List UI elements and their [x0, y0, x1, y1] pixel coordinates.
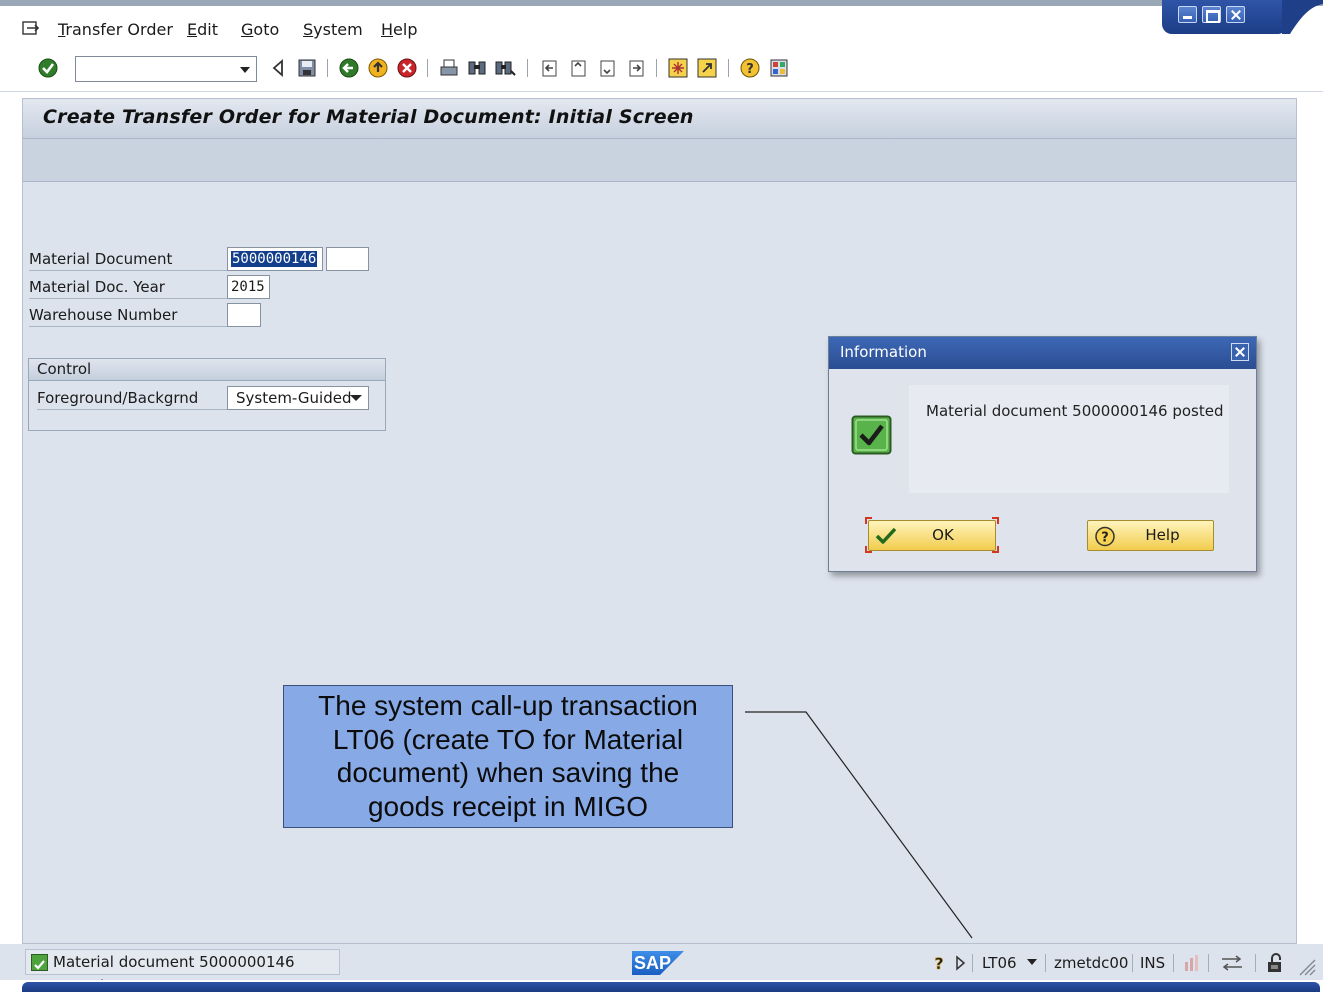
dialog-title: Information [829, 337, 1256, 369]
back-icon[interactable] [267, 57, 289, 79]
resize-grip-icon[interactable] [1296, 956, 1316, 976]
toolbar-separator [656, 59, 657, 77]
layout-icon[interactable] [768, 57, 790, 79]
foreground-background-value: System-Guided [236, 389, 352, 407]
security-lock-icon[interactable] [1265, 952, 1287, 974]
chevron-down-icon[interactable] [240, 67, 250, 73]
menu-system[interactable]: System [303, 20, 363, 39]
material-document-item-input[interactable] [326, 247, 369, 271]
success-check-icon [31, 954, 48, 971]
status-separator [972, 954, 973, 972]
page-title: Create Transfer Order for Material Docum… [43, 106, 694, 128]
callout-line-4: goods receipt in MIGO [367, 790, 649, 822]
material-doc-year-value: 2015 [231, 279, 265, 295]
window-frame-curve [1282, 0, 1323, 34]
warehouse-number-input[interactable] [227, 303, 261, 327]
window-controls [1162, 0, 1286, 34]
save-icon[interactable] [296, 57, 318, 79]
minimize-button[interactable] [1178, 6, 1197, 23]
transaction-code: LT06 [982, 954, 1017, 972]
application-toolbar [23, 139, 1296, 182]
status-bar: Material document 5000000146 posted SAP … [0, 944, 1323, 992]
enter-icon[interactable] [37, 57, 59, 79]
foreground-background-select[interactable]: System-Guided [227, 386, 369, 410]
menu-edit[interactable]: Edit [187, 20, 218, 39]
success-check-icon [851, 415, 892, 455]
expand-status-icon[interactable] [955, 955, 966, 971]
warehouse-number-label: Warehouse Number [29, 303, 227, 327]
connection-icon [1222, 955, 1242, 971]
green-back-icon[interactable] [338, 57, 360, 79]
response-time-icon [1185, 955, 1198, 971]
server-name: zmetdc00 [1054, 954, 1129, 972]
title-bar: Create Transfer Order for Material Docum… [23, 99, 1296, 139]
control-group: Control Foreground/Backgrnd System-Guide… [28, 358, 386, 431]
dialog-message: Material document 5000000146 posted [926, 402, 1224, 420]
window-frame-bottom [0, 980, 1323, 992]
menu-bar: Transfer Order Edit Goto System Help [0, 6, 1323, 46]
find-icon[interactable] [466, 57, 488, 79]
cancel-icon[interactable] [396, 57, 418, 79]
status-separator [1045, 954, 1046, 972]
next-page-icon[interactable] [596, 57, 618, 79]
svg-text:?: ? [934, 954, 943, 972]
insert-mode[interactable]: INS [1140, 954, 1165, 972]
toolbar-separator [728, 59, 729, 77]
first-page-icon[interactable] [538, 57, 560, 79]
menu-transfer-order[interactable]: Transfer Order [58, 20, 173, 39]
callout-line-1: The system call-up transaction [318, 690, 698, 721]
find-next-icon[interactable] [494, 57, 516, 79]
help-button-label: Help [1145, 526, 1180, 544]
system-menu-icon[interactable] [22, 21, 40, 37]
ok-button[interactable]: OK [868, 520, 996, 551]
foreground-background-label: Foreground/Backgrnd [37, 386, 227, 410]
material-document-value: 5000000146 [231, 251, 318, 267]
material-document-label: Material Document [29, 247, 227, 271]
previous-page-icon[interactable] [567, 57, 589, 79]
material-doc-year-label: Material Doc. Year [29, 275, 227, 299]
dialog-close-button[interactable] [1231, 343, 1249, 361]
control-group-title: Control [29, 359, 385, 381]
status-separator [1173, 954, 1174, 972]
help-icon[interactable]: ? [739, 57, 761, 79]
focus-corner [992, 546, 999, 553]
create-session-icon[interactable] [667, 57, 689, 79]
chevron-down-icon[interactable] [1027, 959, 1037, 965]
shortcut-icon[interactable] [696, 57, 718, 79]
material-doc-year-input[interactable]: 2015 [227, 275, 270, 299]
chevron-down-icon[interactable] [350, 395, 362, 401]
last-page-icon[interactable] [625, 57, 647, 79]
toolbar-separator [527, 59, 528, 77]
sap-logo-text: SAP [634, 953, 672, 973]
menu-goto[interactable]: Goto [241, 20, 279, 39]
toolbar-separator [327, 59, 328, 77]
material-document-input[interactable]: 5000000146 [227, 247, 323, 271]
toolbar-separator [427, 59, 428, 77]
status-separator [1255, 954, 1256, 972]
information-dialog: Information Material document 5000000146… [828, 336, 1257, 572]
status-separator [1208, 954, 1209, 972]
callout-line-2: LT06 (create TO for Material [332, 723, 684, 755]
command-field[interactable] [75, 56, 257, 82]
help-question-icon[interactable]: ? [932, 954, 946, 972]
system-toolbar: ? [0, 46, 1323, 92]
exit-icon[interactable] [367, 57, 389, 79]
svg-text:?: ? [746, 62, 754, 77]
maximize-button[interactable] [1202, 6, 1221, 23]
status-message[interactable]: Material document 5000000146 posted [25, 949, 340, 992]
focus-corner [992, 517, 999, 524]
close-window-button[interactable] [1226, 6, 1245, 23]
annotation-callout: The system call-up transaction LT06 (cre… [283, 685, 733, 828]
callout-line-3: document) when saving the [336, 757, 680, 788]
status-separator [1132, 954, 1133, 972]
focus-corner [865, 517, 872, 524]
menu-help[interactable]: Help [381, 20, 417, 39]
focus-corner [865, 546, 872, 553]
print-icon[interactable] [438, 57, 460, 79]
ok-button-label: OK [932, 526, 954, 544]
help-button[interactable]: ? Help [1087, 520, 1214, 551]
